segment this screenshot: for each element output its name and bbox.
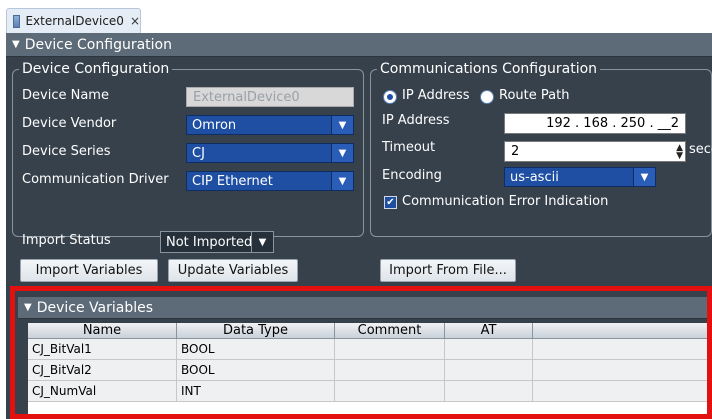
cell-name[interactable]: CJ_BitVal1: [28, 339, 177, 359]
device-vendor-value: Omron: [192, 117, 237, 133]
device-variables-title: Device Variables: [36, 299, 154, 316]
device-vendor-label: Device Vendor: [22, 116, 117, 131]
device-series-value: CJ: [192, 145, 205, 161]
communications-configuration-title: Communications Configuration: [380, 61, 598, 77]
device-series-label: Device Series: [22, 144, 111, 159]
column-comment[interactable]: Comment: [335, 323, 445, 338]
encoding-value: us-ascii: [510, 169, 559, 185]
device-variables-header[interactable]: ▼ Device Variables: [18, 297, 712, 319]
import-status-select[interactable]: Not Imported. ▼: [160, 231, 274, 253]
close-icon[interactable]: ×: [130, 14, 140, 28]
timeout-unit: seconds: [689, 142, 712, 157]
collapse-triangle-icon[interactable]: ▼: [12, 39, 20, 50]
cell-filler: [533, 339, 712, 359]
communication-driver-label: Communication Driver: [22, 172, 169, 187]
column-at[interactable]: AT: [445, 323, 533, 338]
spinner-icon[interactable]: ▲ ▼: [676, 144, 683, 161]
device-name-label: Device Name: [22, 88, 109, 103]
device-variables-table: Name Data Type Comment AT CJ_BitVal1 BOO…: [28, 323, 712, 419]
table-row[interactable]: CJ_BitVal1 BOOL: [28, 339, 712, 360]
device-configuration-title: Device Configuration: [24, 36, 172, 53]
timeout-label: Timeout: [382, 140, 436, 155]
cell-at[interactable]: [445, 339, 533, 359]
cell-filler: [533, 381, 712, 401]
ip-address-label: IP Address: [382, 113, 450, 128]
encoding-label: Encoding: [382, 168, 442, 183]
device-configuration-header[interactable]: ▼ Device Configuration: [6, 33, 712, 57]
ip-address-input[interactable]: 192 . 168 . 250 . __2: [504, 113, 686, 134]
column-filler: [533, 323, 712, 338]
communication-driver-value: CIP Ethernet: [192, 173, 273, 189]
cell-name[interactable]: CJ_BitVal2: [28, 360, 177, 380]
cell-data-type[interactable]: INT: [177, 381, 335, 401]
device-series-select[interactable]: CJ ▼: [186, 143, 354, 163]
dropdown-arrow-icon[interactable]: ▼: [633, 168, 655, 186]
error-indication-checkbox[interactable]: ✔: [384, 196, 397, 209]
import-status-value: Not Imported.: [166, 234, 257, 250]
route-path-radio-label[interactable]: Route Path: [499, 88, 569, 103]
device-configuration-group-title: Device Configuration: [22, 61, 170, 77]
cell-at[interactable]: [445, 381, 533, 401]
table-header: Name Data Type Comment AT: [28, 323, 712, 339]
ip-address-radio-label[interactable]: IP Address: [402, 88, 470, 103]
route-path-radio[interactable]: [480, 90, 494, 104]
encoding-select[interactable]: us-ascii ▼: [504, 167, 656, 187]
error-indication-label[interactable]: Communication Error Indication: [402, 194, 608, 209]
cell-comment[interactable]: [335, 339, 445, 359]
device-vendor-select[interactable]: Omron ▼: [186, 115, 354, 135]
cell-at[interactable]: [445, 360, 533, 380]
cell-data-type[interactable]: BOOL: [177, 360, 335, 380]
table-row[interactable]: CJ_NumVal INT: [28, 381, 712, 402]
tab-external-device[interactable]: ExternalDevice0 ×: [6, 8, 141, 33]
communication-driver-select[interactable]: CIP Ethernet ▼: [186, 171, 354, 191]
timeout-input[interactable]: 2 ▲ ▼: [504, 141, 686, 162]
ip-address-radio[interactable]: [383, 90, 397, 104]
import-from-file-button[interactable]: Import From File...: [380, 259, 516, 282]
cell-filler: [533, 360, 712, 380]
dropdown-arrow-icon[interactable]: ▼: [331, 116, 353, 134]
update-variables-button[interactable]: Update Variables: [168, 259, 298, 282]
document-tab-strip: ExternalDevice0 ×: [0, 0, 712, 33]
column-data-type[interactable]: Data Type: [177, 323, 335, 338]
cell-name[interactable]: CJ_NumVal: [28, 381, 177, 401]
cell-comment[interactable]: [335, 381, 445, 401]
cell-data-type[interactable]: BOOL: [177, 339, 335, 359]
dropdown-arrow-icon[interactable]: ▼: [251, 232, 273, 252]
dropdown-arrow-icon[interactable]: ▼: [331, 172, 353, 190]
collapse-triangle-icon[interactable]: ▼: [24, 302, 32, 313]
table-row[interactable]: CJ_BitVal2 BOOL: [28, 360, 712, 381]
dropdown-arrow-icon[interactable]: ▼: [331, 144, 353, 162]
device-variables-section: ▼ Device Variables Name Data Type Commen…: [18, 297, 712, 419]
timeout-value: 2: [511, 144, 520, 159]
tab-label: ExternalDevice0: [25, 14, 124, 28]
import-variables-button[interactable]: Import Variables: [20, 259, 158, 282]
device-icon: [13, 14, 21, 28]
import-status-label: Import Status: [22, 233, 111, 248]
column-name[interactable]: Name: [28, 323, 177, 338]
device-name-field: ExternalDevice0: [186, 87, 354, 107]
cell-comment[interactable]: [335, 360, 445, 380]
